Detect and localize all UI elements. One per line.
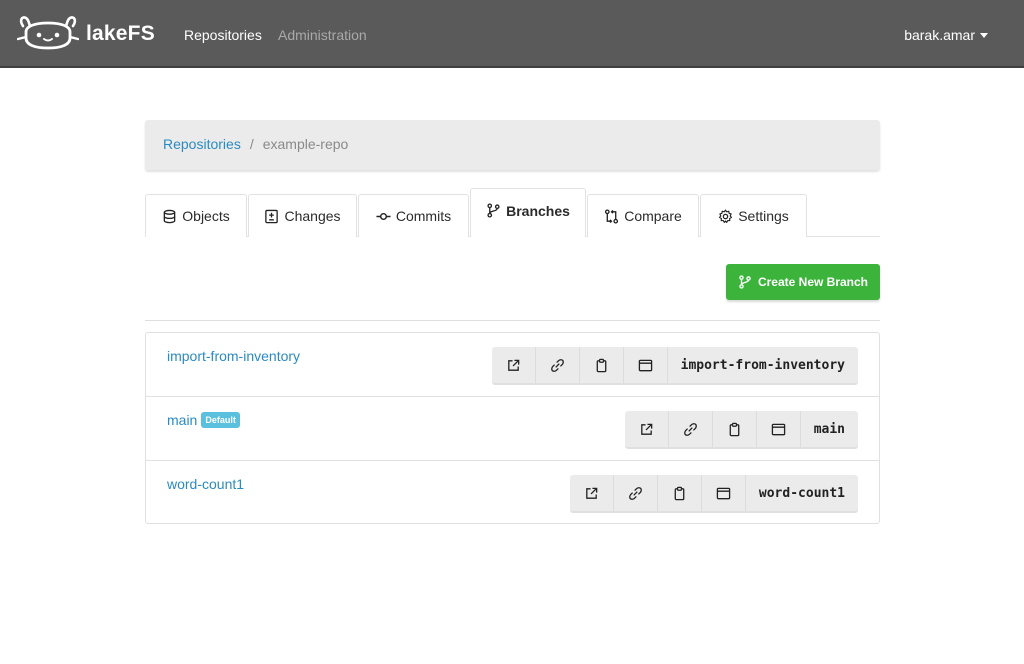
- copy-clipboard-button[interactable]: [579, 347, 624, 383]
- breadcrumb: Repositories / example-repo: [145, 120, 880, 170]
- tab-branches[interactable]: Branches: [470, 188, 586, 237]
- top-navbar: lakeFS Repositories Administration barak…: [0, 0, 1024, 68]
- breadcrumb-current: example-repo: [262, 136, 349, 152]
- external-link-icon: [507, 359, 519, 371]
- branch-link[interactable]: import-from-inventory: [167, 348, 300, 364]
- create-button-label: Create New Branch: [757, 275, 869, 289]
- link-icon: [550, 358, 564, 372]
- branch-row: word-count1 word-count1: [146, 461, 879, 525]
- tab-compare[interactable]: Compare: [587, 194, 699, 237]
- branch-name: word-count1: [167, 476, 245, 492]
- open-ui-button[interactable]: [756, 411, 801, 447]
- database-icon: [163, 209, 176, 223]
- branch-row: import-from-inventory import-from-invent…: [146, 333, 879, 397]
- section-divider: [145, 320, 880, 321]
- open-external-button[interactable]: [569, 475, 614, 511]
- branch-name: main: [167, 412, 198, 428]
- branch-ref-label: main: [800, 411, 858, 447]
- nav-repositories[interactable]: Repositories: [184, 27, 262, 43]
- brand-name[interactable]: lakeFS: [86, 22, 155, 46]
- user-menu[interactable]: barak.amar: [904, 27, 988, 43]
- branch-ref-label: word-count1: [745, 475, 858, 511]
- external-link-icon: [586, 487, 598, 499]
- open-external-button[interactable]: [624, 411, 669, 447]
- open-ui-button[interactable]: [701, 475, 746, 511]
- link-icon: [629, 486, 642, 500]
- open-external-button[interactable]: [491, 347, 536, 383]
- branch-actions: import-from-inventory: [491, 347, 858, 383]
- branch-actions: word-count1: [569, 475, 858, 511]
- clipboard-icon: [674, 486, 685, 500]
- tab-label: Objects: [182, 208, 230, 224]
- copy-clipboard-button[interactable]: [657, 475, 702, 511]
- browser-window-icon: [638, 359, 652, 371]
- branch-name: import-from-inventory: [167, 348, 301, 364]
- copy-link-button[interactable]: [535, 347, 580, 383]
- tab-commits[interactable]: Commits: [358, 194, 469, 237]
- branch-actions: main: [624, 411, 858, 447]
- tab-label: Settings: [738, 208, 789, 224]
- breadcrumb-repositories[interactable]: Repositories: [163, 136, 241, 152]
- tab-changes[interactable]: Changes: [248, 194, 357, 237]
- branch-row: main Default main: [146, 397, 879, 461]
- git-branch-icon: [487, 203, 500, 218]
- branch-list: import-from-inventory import-from-invent…: [145, 332, 880, 524]
- tab-label: Changes: [284, 208, 341, 224]
- gear-icon: [719, 209, 733, 223]
- clipboard-icon: [729, 422, 740, 436]
- caret-down-icon: [980, 33, 988, 38]
- breadcrumb-separator: /: [249, 136, 254, 152]
- commit-icon: [376, 212, 391, 220]
- branch-ref-label: import-from-inventory: [667, 347, 858, 383]
- open-ui-button[interactable]: [623, 347, 668, 383]
- copy-clipboard-button[interactable]: [712, 411, 757, 447]
- copy-link-button[interactable]: [613, 475, 658, 511]
- user-name: barak.amar: [904, 27, 975, 43]
- git-branch-icon: [739, 275, 751, 289]
- tab-settings[interactable]: Settings: [700, 194, 807, 237]
- external-link-icon: [640, 423, 652, 435]
- clipboard-icon: [596, 358, 606, 372]
- nav-administration[interactable]: Administration: [278, 27, 367, 43]
- tab-label: Commits: [395, 208, 452, 224]
- diff-icon: [265, 209, 279, 223]
- axolotl-logo-icon[interactable]: [17, 14, 79, 52]
- tab-objects[interactable]: Objects: [145, 194, 247, 237]
- link-icon: [683, 422, 697, 436]
- tab-label: Branches: [506, 202, 570, 219]
- create-new-branch-button[interactable]: Create New Branch: [726, 264, 880, 300]
- branch-link[interactable]: main Default: [167, 412, 240, 428]
- default-badge: Default: [201, 412, 240, 428]
- tab-label: Compare: [624, 208, 682, 224]
- git-compare-icon: [605, 208, 619, 224]
- browser-window-icon: [716, 487, 731, 499]
- branch-link[interactable]: word-count1: [167, 476, 244, 492]
- browser-window-icon: [771, 423, 785, 435]
- copy-link-button[interactable]: [668, 411, 713, 447]
